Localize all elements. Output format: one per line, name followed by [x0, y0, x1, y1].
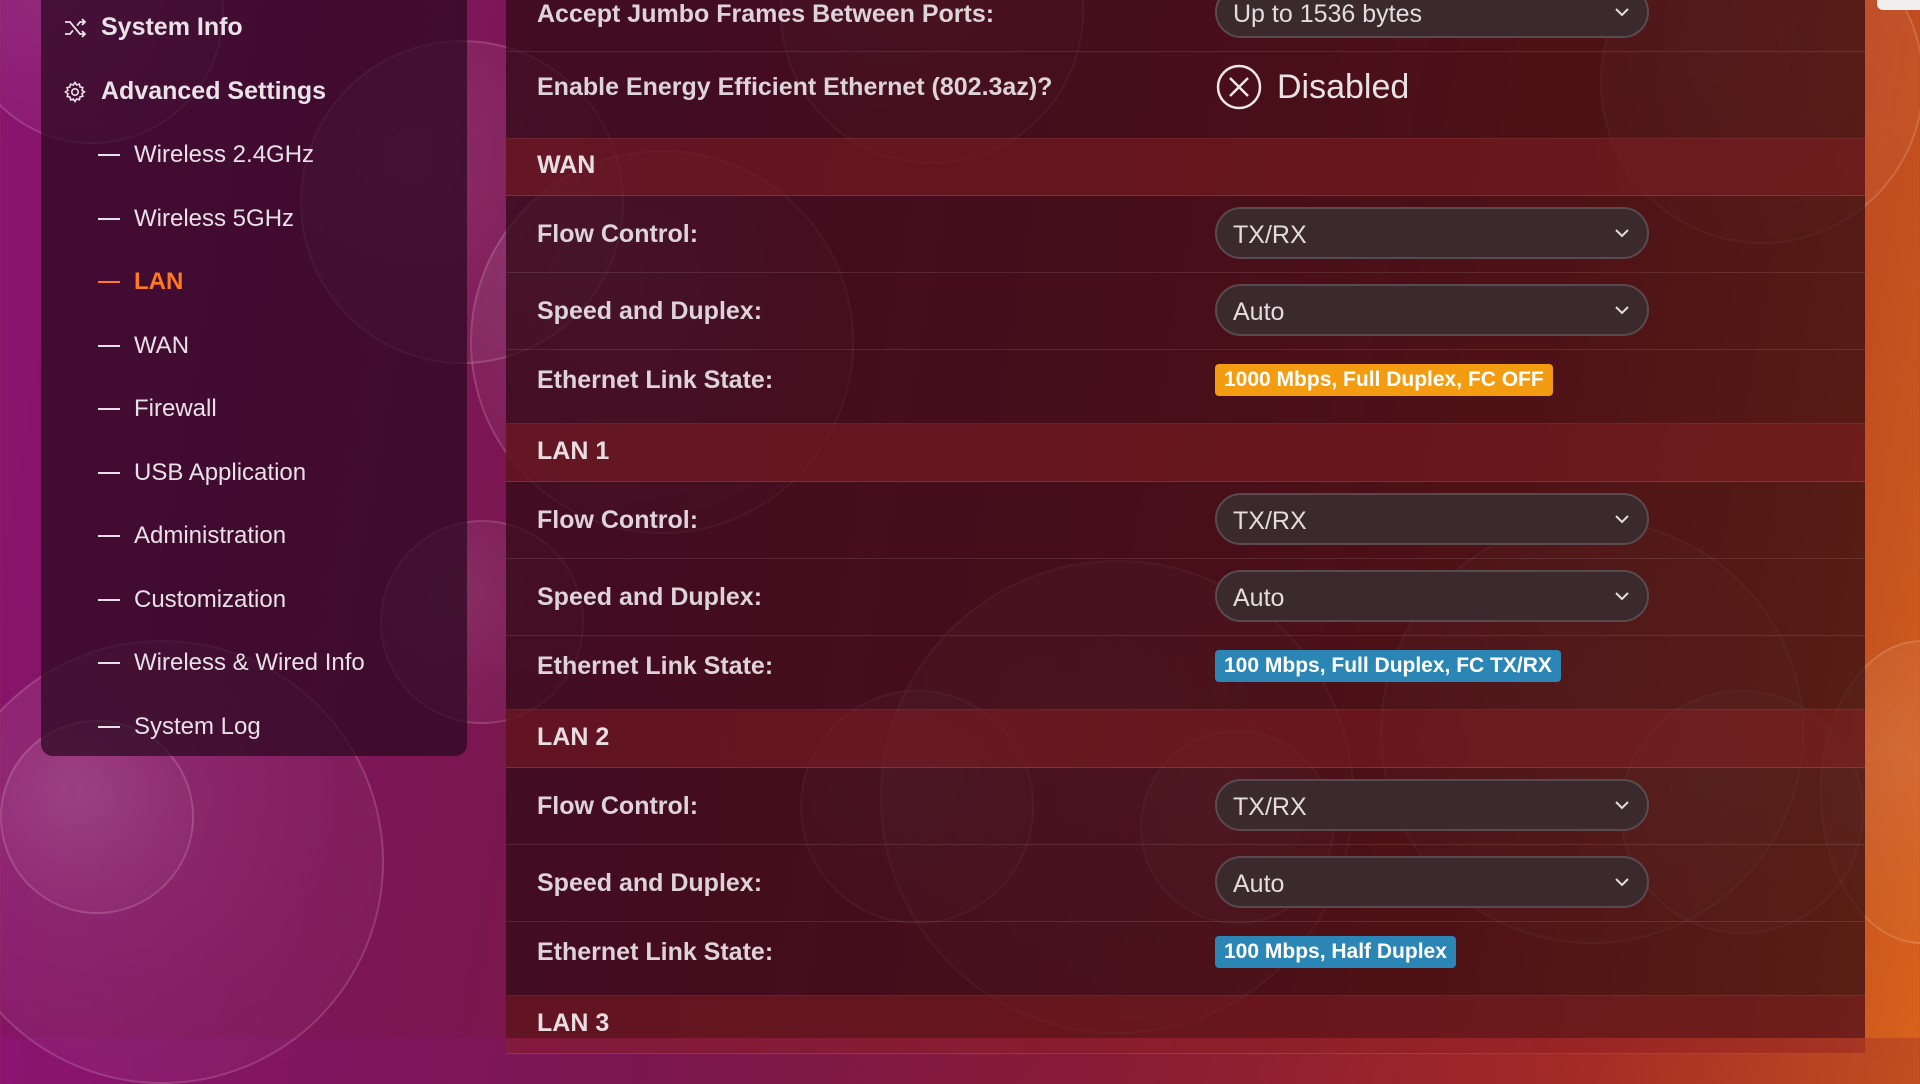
link-state-label: Ethernet Link State: — [537, 366, 774, 394]
eee-row: Enable Energy Efficient Ethernet (802.3a… — [506, 51, 1865, 139]
sidebar-item-label: LAN — [134, 268, 184, 295]
select-value: TX/RX — [1233, 507, 1307, 535]
sidebar-item-wireless-5[interactable]: Wireless 5GHz — [98, 205, 294, 233]
select-value: TX/RX — [1233, 793, 1307, 821]
dash-icon — [98, 472, 120, 474]
section-header-lan2: LAN 2 — [506, 710, 1865, 768]
dash-icon — [98, 408, 120, 410]
sidebar-item-system-log[interactable]: System Log — [98, 713, 261, 741]
eee-toggle[interactable]: Disabled — [1215, 63, 1409, 111]
lan2-speed-row: Speed and Duplex: Auto — [506, 844, 1865, 922]
dash-icon — [98, 726, 120, 728]
sidebar-item-label: Firewall — [134, 395, 217, 422]
lan1-flow-control-select[interactable]: TX/RX — [1215, 493, 1649, 545]
sidebar-item-label: Customization — [134, 586, 287, 613]
nav-advanced-settings[interactable]: Advanced Settings — [63, 77, 326, 106]
sidebar-item-wireless-24[interactable]: Wireless 2.4GHz — [98, 141, 314, 169]
section-title: WAN — [537, 151, 596, 179]
dash-icon — [98, 218, 120, 220]
flow-control-label: Flow Control: — [537, 506, 699, 534]
section-header-lan1: LAN 1 — [506, 424, 1865, 482]
sidebar-item-wan[interactable]: WAN — [98, 332, 189, 360]
lan1-flow-row: Flow Control: TX/RX — [506, 481, 1865, 559]
chevron-down-icon — [1615, 229, 1629, 238]
link-state-label: Ethernet Link State: — [537, 938, 774, 966]
wan-speed-row: Speed and Duplex: Auto — [506, 272, 1865, 350]
lan2-flow-row: Flow Control: TX/RX — [506, 767, 1865, 845]
sidebar-item-label: USB Application — [134, 459, 307, 486]
gear-icon — [64, 80, 86, 103]
jumbo-frames-select[interactable]: Up to 1536 bytes — [1215, 0, 1649, 38]
sidebar-item-label: Administration — [134, 522, 287, 549]
lan1-speed-duplex-select[interactable]: Auto — [1215, 570, 1649, 622]
select-value: Auto — [1233, 298, 1285, 326]
lan2-flow-control-select[interactable]: TX/RX — [1215, 779, 1649, 831]
chevron-down-icon — [1615, 306, 1629, 315]
chevron-down-icon — [1615, 878, 1629, 887]
dash-icon — [98, 281, 120, 283]
wan-speed-duplex-select[interactable]: Auto — [1215, 284, 1649, 336]
dash-icon — [98, 599, 120, 601]
chevron-down-icon — [1615, 592, 1629, 601]
wan-link-row: Ethernet Link State: 1000 Mbps, Full Dup… — [506, 349, 1865, 424]
link-state-badge: 1000 Mbps, Full Duplex, FC OFF — [1215, 364, 1553, 396]
section-title: LAN 1 — [537, 437, 610, 465]
dash-icon — [98, 662, 120, 664]
wan-flow-row: Flow Control: TX/RX — [506, 195, 1865, 273]
sidebar: System Info Advanced Settings Wireless 2… — [41, 0, 467, 756]
sidebar-item-customization[interactable]: Customization — [98, 586, 286, 614]
nav-system-info-label: System Info — [101, 13, 243, 41]
jumbo-frames-label: Accept Jumbo Frames Between Ports: — [537, 0, 995, 28]
section-title: LAN 2 — [537, 723, 610, 751]
chevron-down-icon — [1615, 8, 1629, 17]
flow-control-label: Flow Control: — [537, 792, 699, 820]
speed-duplex-label: Speed and Duplex: — [537, 869, 763, 897]
sidebar-item-label: Wireless 5GHz — [134, 205, 295, 232]
speed-duplex-label: Speed and Duplex: — [537, 583, 763, 611]
eee-status: Disabled — [1277, 67, 1410, 106]
select-value: Auto — [1233, 870, 1285, 898]
dash-icon — [98, 154, 120, 156]
nav-system-info[interactable]: System Info — [63, 13, 243, 42]
chevron-down-icon — [1615, 515, 1629, 524]
sidebar-item-label: Wireless & Wired Info — [134, 649, 365, 676]
speed-duplex-label: Speed and Duplex: — [537, 297, 763, 325]
select-value: Up to 1536 bytes — [1233, 0, 1423, 28]
sidebar-item-firewall[interactable]: Firewall — [98, 395, 217, 423]
section-header-lan3: LAN 3 — [506, 996, 1865, 1054]
dash-icon — [98, 535, 120, 537]
nav-advanced-settings-label: Advanced Settings — [101, 77, 327, 105]
sidebar-item-administration[interactable]: Administration — [98, 522, 286, 550]
section-title: LAN 3 — [537, 1009, 610, 1037]
eee-label: Enable Energy Efficient Ethernet (802.3a… — [537, 73, 1053, 101]
link-state-label: Ethernet Link State: — [537, 652, 774, 680]
dash-icon — [98, 345, 120, 347]
link-state-badge: 100 Mbps, Full Duplex, FC TX/RX — [1215, 650, 1561, 682]
sidebar-item-lan[interactable]: LAN — [98, 268, 183, 296]
lan2-link-row: Ethernet Link State: 100 Mbps, Half Dupl… — [506, 921, 1865, 996]
settings-panel: Accept Jumbo Frames Between Ports: Up to… — [506, 0, 1865, 1054]
lan2-speed-duplex-select[interactable]: Auto — [1215, 856, 1649, 908]
close-circle-icon — [1216, 64, 1262, 110]
lan1-speed-row: Speed and Duplex: Auto — [506, 558, 1865, 636]
jumbo-frames-row: Accept Jumbo Frames Between Ports: Up to… — [506, 0, 1865, 52]
sidebar-item-wireless-wired-info[interactable]: Wireless & Wired Info — [98, 649, 365, 677]
sidebar-item-label: Wireless 2.4GHz — [134, 141, 315, 168]
shuffle-icon — [65, 17, 87, 38]
sidebar-item-label: WAN — [134, 332, 190, 359]
sidebar-item-usb-application[interactable]: USB Application — [98, 459, 306, 487]
sidebar-item-label: System Log — [134, 713, 261, 740]
flow-control-label: Flow Control: — [537, 220, 699, 248]
lan1-link-row: Ethernet Link State: 100 Mbps, Full Dupl… — [506, 635, 1865, 710]
wan-flow-control-select[interactable]: TX/RX — [1215, 207, 1649, 259]
select-value: TX/RX — [1233, 221, 1307, 249]
select-value: Auto — [1233, 584, 1285, 612]
link-state-badge: 100 Mbps, Half Duplex — [1215, 936, 1456, 968]
chevron-down-icon — [1615, 801, 1629, 810]
section-header-wan: WAN — [506, 138, 1865, 196]
scrollbar-thumb[interactable] — [1877, 0, 1920, 10]
